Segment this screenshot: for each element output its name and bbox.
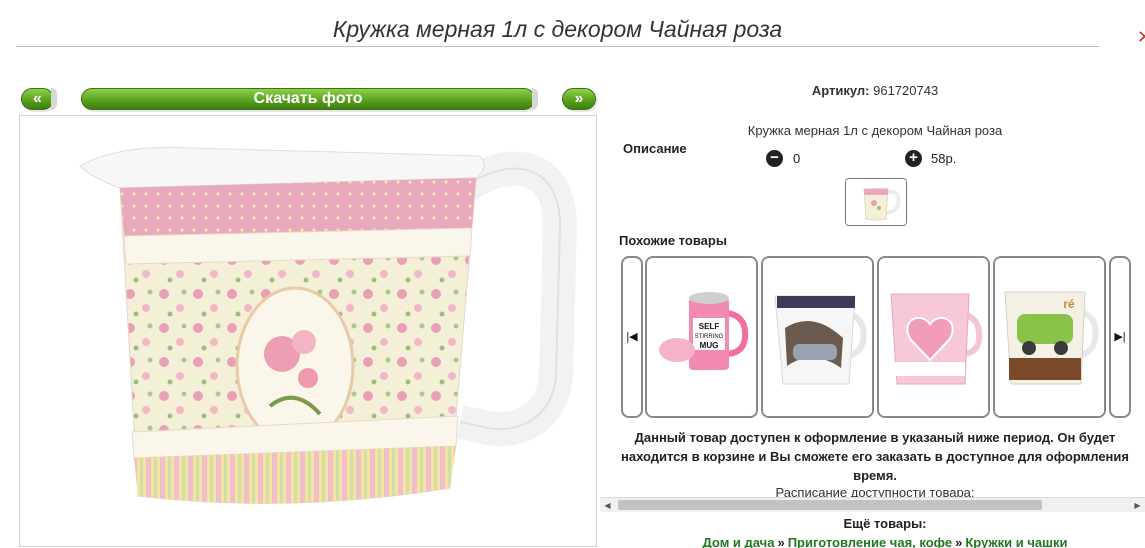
crumb-mugs-cups[interactable]: Кружки и чашки — [965, 535, 1067, 548]
scroll-left-icon[interactable]: ◀ — [600, 499, 615, 512]
skip-back-icon: |◀ — [626, 331, 638, 343]
crumb-separator: » — [777, 535, 785, 548]
retro-car-mug-image: ré — [995, 258, 1104, 416]
button-edge — [51, 88, 57, 110]
skip-forward-icon: ▶| — [1114, 331, 1126, 343]
similar-item-car-print-mug[interactable] — [761, 256, 874, 418]
similar-products-label: Похожие товары — [619, 233, 727, 248]
similar-item-self-stirring-mug[interactable]: SELF STIRRING MUG — [645, 256, 758, 418]
availability-notice: Данный товар доступен к оформление в ука… — [620, 430, 1129, 483]
decrease-quantity-button[interactable]: − — [766, 150, 783, 167]
product-thumbnail[interactable] — [845, 178, 907, 226]
crumb-home-garden[interactable]: Дом и дача — [703, 535, 775, 548]
svg-text:STIRRING: STIRRING — [695, 334, 724, 340]
pink-heart-mug-image — [879, 258, 988, 416]
prev-photo-button[interactable]: « — [21, 88, 54, 110]
category-breadcrumb: Дом и дача» Приготовление чая, кофе» Кружк… — [600, 535, 1145, 548]
svg-text:ré: ré — [1063, 297, 1075, 311]
svg-text:SELF: SELF — [699, 322, 720, 331]
pitcher-image — [20, 116, 596, 546]
similar-item-retro-car-mug[interactable]: ré — [993, 256, 1106, 418]
horizontal-scrollbar[interactable]: ◀ ▶ — [600, 497, 1145, 512]
car-print-mug-image — [763, 258, 872, 416]
article-line: Артикул: 961720743 — [600, 83, 1145, 98]
next-photo-button[interactable]: » — [562, 88, 596, 110]
page-title: Кружка мерная 1л с декором Чайная роза — [332, 16, 783, 42]
article-label: Артикул: — [811, 83, 870, 98]
pitcher-thumbnail-image — [846, 179, 906, 225]
availability-schedule-label: Расписание доступности товара: — [775, 486, 975, 497]
close-icon[interactable]: ✕ — [1137, 26, 1145, 48]
svg-text:MUG: MUG — [700, 341, 719, 350]
scroll-right-icon[interactable]: ▶ — [1130, 499, 1145, 512]
carousel-next-button[interactable]: ▶| — [1109, 256, 1131, 418]
crumb-tea-coffee[interactable]: Приготовление чая, кофе — [788, 535, 952, 548]
description-text: Кружка мерная 1л с декором Чайная роза — [747, 123, 1003, 138]
crumb-separator: » — [955, 535, 963, 548]
scrollbar-thumb[interactable] — [618, 500, 1042, 510]
download-photo-button[interactable]: Скачать фото — [81, 88, 535, 110]
similar-item-pink-heart-mug[interactable] — [877, 256, 990, 418]
title-divider — [16, 46, 1099, 47]
description-label: Описание — [623, 141, 687, 156]
button-edge — [532, 88, 538, 110]
increase-quantity-button[interactable]: + — [905, 150, 922, 167]
carousel-prev-button[interactable]: |◀ — [621, 256, 643, 418]
quantity-value: 0 — [793, 151, 801, 166]
article-value: 961720743 — [873, 83, 939, 98]
product-photo — [19, 115, 597, 547]
self-stirring-mug-image: SELF STIRRING MUG — [647, 258, 756, 416]
price: 58р. — [931, 151, 957, 166]
more-products-label: Ещё товары: — [843, 516, 927, 531]
